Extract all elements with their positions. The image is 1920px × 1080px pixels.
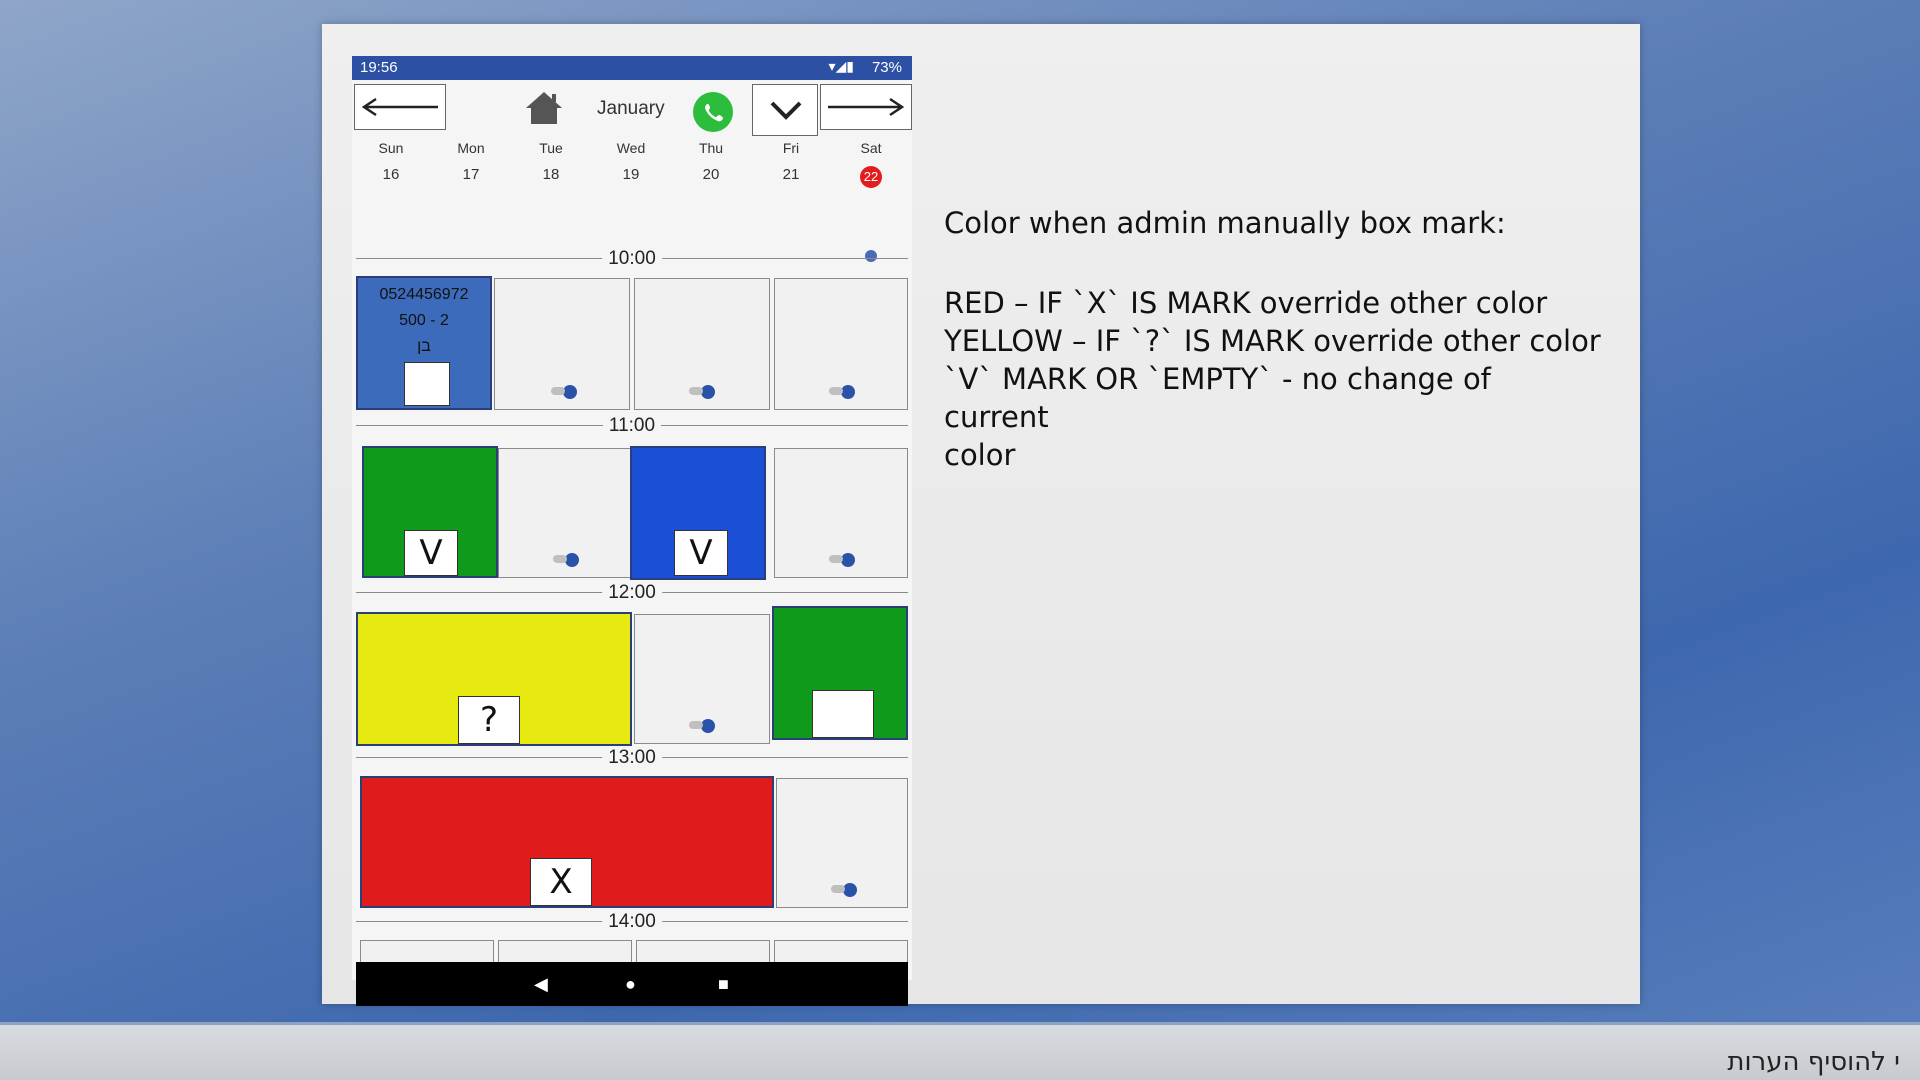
time-row-13: 13:00	[352, 747, 912, 769]
rule-yellow: YELLOW – IF `?` IS MARK override other c…	[944, 324, 1601, 358]
time-label: 11:00	[602, 415, 662, 437]
nav-home-icon[interactable]: ●	[625, 974, 636, 995]
rule-v: `V` MARK OR `EMPTY` - no change of curre…	[944, 362, 1491, 434]
mark-checkbox[interactable]	[812, 690, 874, 738]
slot-cell[interactable]	[636, 940, 770, 964]
toggle-dot[interactable]	[831, 883, 857, 897]
time-row-12: 12:00	[352, 582, 912, 604]
slot-cell[interactable]	[494, 278, 630, 410]
toggle-dot[interactable]	[551, 385, 577, 399]
slot-cell[interactable]	[634, 278, 770, 410]
mark-box-question[interactable]: ?	[458, 696, 520, 744]
day-mon[interactable]: Mon 17	[441, 140, 501, 183]
day-thu[interactable]: Thu 20	[681, 140, 741, 183]
slide-heading: Color when admin manually box mark:	[944, 206, 1506, 240]
arrow-right-icon	[828, 97, 905, 117]
week-header: Sun 16 Mon 17 Tue 18 Wed 19 Thu 20 Fri 21 Sat 2…	[352, 140, 912, 262]
notes-placeholder[interactable]: י להוסיף הערות	[1727, 1047, 1900, 1077]
toggle-dot[interactable]	[689, 719, 715, 733]
arrow-left-icon	[361, 97, 438, 117]
day-wed[interactable]: Wed 19	[601, 140, 661, 183]
slot-cell[interactable]	[498, 940, 632, 964]
home-icon[interactable]	[524, 90, 564, 126]
slide-text: Color when admin manually box mark: RED …	[944, 204, 1604, 474]
slot-cell[interactable]	[360, 940, 494, 964]
slot-cell[interactable]	[498, 448, 632, 578]
whatsapp-icon[interactable]	[693, 92, 733, 132]
day-sun[interactable]: Sun 16	[361, 140, 421, 183]
day-sat[interactable]: Sat 22	[841, 140, 901, 188]
forward-button[interactable]	[820, 84, 912, 130]
notes-strip[interactable]: י להוסיף הערות	[0, 1022, 1920, 1080]
nav-back-icon[interactable]: ◀	[534, 974, 548, 995]
nav-recents-icon[interactable]: ■	[718, 974, 729, 995]
time-row-14: 14:00	[352, 911, 912, 933]
mark-box-v[interactable]: V	[674, 530, 728, 576]
phone-screenshot: 19:56 ▾◢▮ 73% January Sun 16 Mon 17 Tue 18	[352, 56, 912, 1006]
android-nav-bar: ◀ ● ■	[356, 962, 908, 1006]
mark-box-v[interactable]: V	[404, 530, 458, 576]
month-label: January	[597, 98, 665, 119]
slot-cell[interactable]	[776, 778, 908, 908]
slide: 19:56 ▾◢▮ 73% January Sun 16 Mon 17 Tue 18	[322, 24, 1640, 1006]
chevron-down-icon	[770, 101, 802, 120]
toolbar: January	[352, 80, 912, 136]
slot-cell[interactable]	[774, 278, 908, 410]
marked-slot-blue[interactable]: V	[630, 446, 766, 580]
status-bar: 19:56 ▾◢▮ 73%	[352, 56, 912, 80]
status-time: 19:56	[360, 59, 398, 76]
slot-cell[interactable]	[774, 940, 908, 964]
time-label: 13:00	[602, 747, 662, 769]
time-label: 14:00	[602, 911, 662, 933]
toggle-dot[interactable]	[829, 385, 855, 399]
booking-code: 500 - 2	[399, 312, 449, 329]
toggle-dot[interactable]	[553, 553, 579, 567]
day-tue[interactable]: Tue 18	[521, 140, 581, 183]
slot-cell[interactable]	[774, 448, 908, 578]
booking-phone: 0524456972	[379, 286, 469, 303]
slot-cell[interactable]	[634, 614, 770, 744]
today-badge: 22	[860, 166, 882, 188]
time-row-10: 10:00	[352, 248, 912, 270]
dropdown-button[interactable]	[752, 84, 818, 136]
time-label: 12:00	[602, 582, 662, 604]
booking-name: בן	[417, 338, 431, 355]
marked-slot-green[interactable]: V	[362, 446, 498, 578]
booking-slot[interactable]: 0524456972 500 - 2 בן	[356, 276, 492, 410]
time-row-11: 11:00	[352, 415, 912, 437]
time-label: 10:00	[602, 248, 662, 270]
marked-slot-yellow[interactable]: ?	[356, 612, 632, 746]
back-button[interactable]	[354, 84, 446, 130]
mark-box-x[interactable]: X	[530, 858, 592, 906]
mark-checkbox[interactable]	[404, 362, 450, 406]
battery-percent: 73%	[871, 59, 902, 76]
toggle-dot[interactable]	[689, 385, 715, 399]
rule-red: RED – IF `X` IS MARK override other colo…	[944, 286, 1548, 320]
rule-v-cont: color	[944, 438, 1016, 472]
day-fri[interactable]: Fri 21	[761, 140, 821, 183]
marked-slot-red[interactable]: X	[360, 776, 774, 908]
signal-icon: ▾◢▮	[828, 58, 855, 74]
marked-slot-green[interactable]	[772, 606, 908, 740]
toggle-dot[interactable]	[829, 553, 855, 567]
